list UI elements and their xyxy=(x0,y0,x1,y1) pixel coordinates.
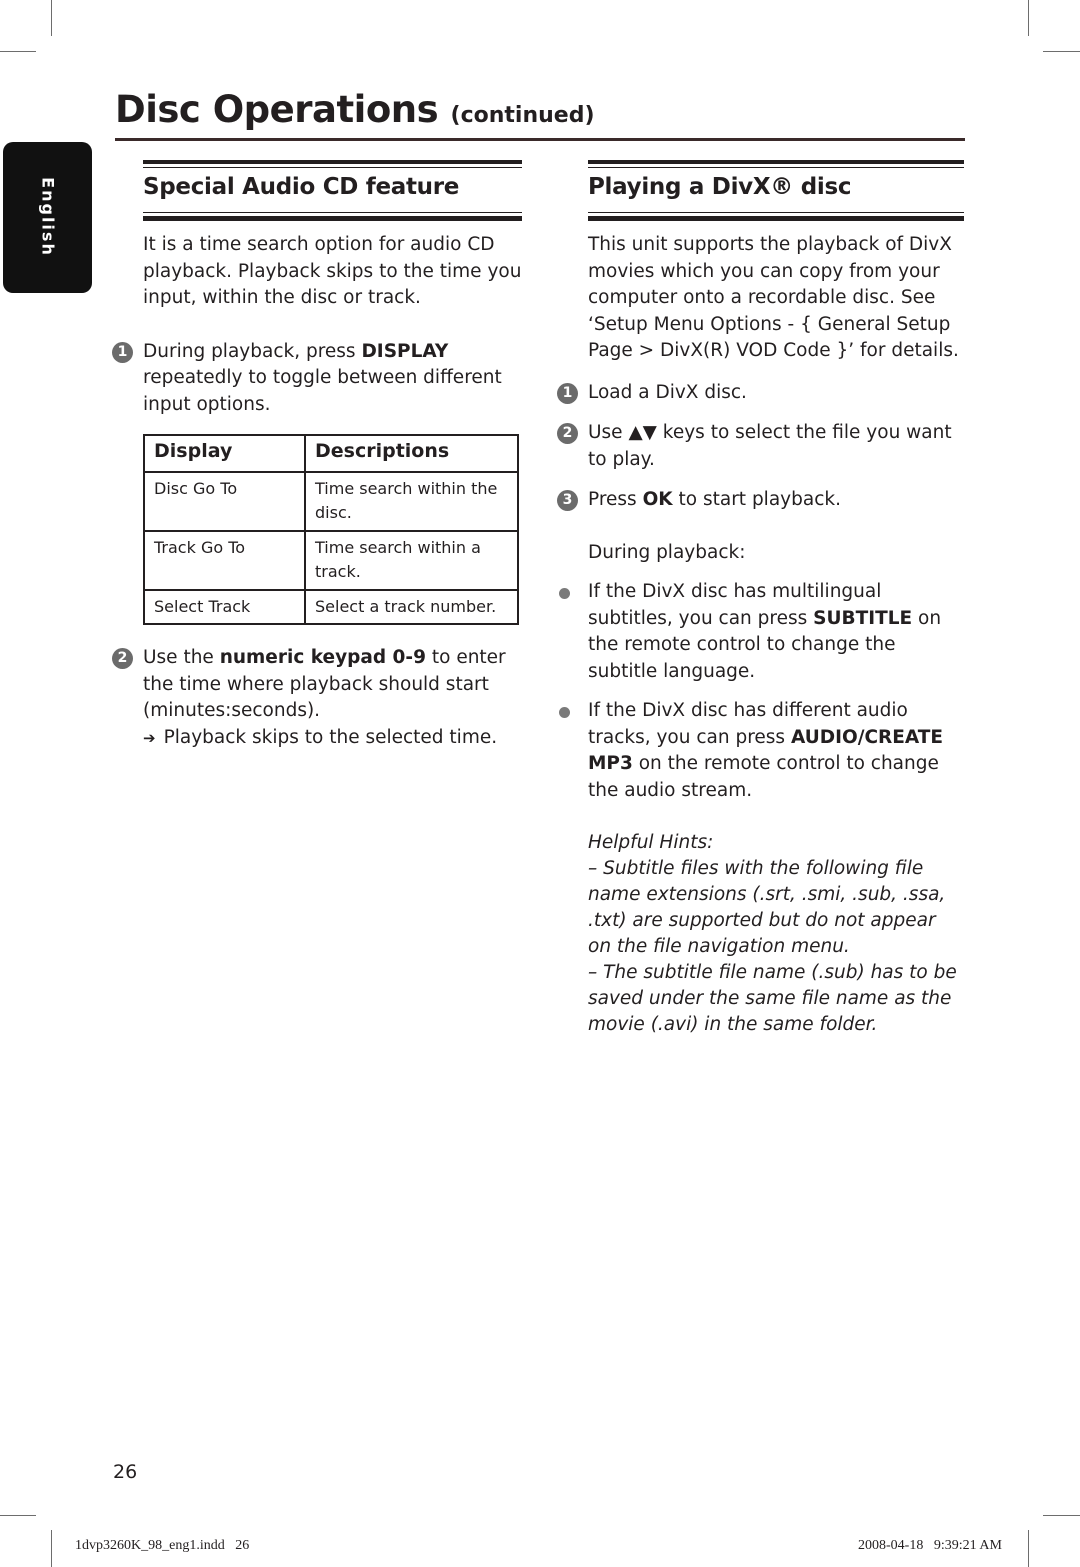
table-row: Track Go To Time search within a track. xyxy=(143,530,519,591)
display-options-table: Display Descriptions Disc Go To Time sea… xyxy=(143,434,519,625)
step-text: repeatedly to toggle between different i… xyxy=(143,367,502,415)
playing-divx-section: Playing a DivX® disc This unit supports … xyxy=(557,160,964,1038)
helpful-hints: Helpful Hints: – Subtitle files with the… xyxy=(588,830,964,1038)
crop-mark xyxy=(0,51,36,52)
table-row: Select Track Select a track number. xyxy=(143,589,519,625)
key-label: SUBTITLE xyxy=(813,607,913,629)
table-cell: Disc Go To xyxy=(143,471,306,532)
table-cell: Time search within the disc. xyxy=(304,471,519,532)
step-number-icon: 3 xyxy=(557,490,578,511)
heading-rule xyxy=(143,212,522,213)
step-number-icon: 2 xyxy=(557,423,578,444)
key-label: OK xyxy=(642,489,673,510)
crop-mark xyxy=(1028,1530,1029,1567)
crop-mark xyxy=(0,1515,36,1516)
page-title-suffix: (continued) xyxy=(450,103,595,128)
section-header: Special Audio CD feature xyxy=(143,160,522,222)
table-row: Disc Go To Time search within the disc. xyxy=(143,471,519,532)
step-3: 3 Press OK to start playback. xyxy=(557,487,964,514)
step-text: Use xyxy=(588,422,629,443)
table-header-row: Display Descriptions xyxy=(143,434,519,473)
language-tab-label: English xyxy=(38,177,58,257)
step-text: to start playback. xyxy=(672,489,841,510)
during-playback-label: During playback: xyxy=(588,541,746,563)
section-intro: This unit supports the playback of DivX … xyxy=(588,234,959,361)
heading-rule xyxy=(588,212,964,213)
key-label: DISPLAY xyxy=(361,340,449,362)
crop-mark xyxy=(1043,1515,1080,1516)
slug-timestamp: 2008-04-18 9:39:21 AM xyxy=(858,1538,1002,1553)
language-tab: English xyxy=(3,142,92,293)
heading-rule xyxy=(143,216,522,221)
table-cell: Select a track number. xyxy=(304,589,519,625)
step-number-icon: 2 xyxy=(112,648,133,669)
heading-rule xyxy=(588,167,964,168)
step-1: 1 Load a DivX disc. xyxy=(557,380,964,407)
table-cell: Select Track xyxy=(143,589,306,625)
page-title: Disc Operations (continued) xyxy=(115,88,595,131)
step-number-icon: 1 xyxy=(112,341,133,363)
step-text: Load a DivX disc. xyxy=(588,381,747,403)
title-rule xyxy=(115,138,965,141)
table-header: Display xyxy=(143,434,306,473)
heading-rule xyxy=(588,216,964,221)
crop-mark xyxy=(51,0,52,36)
page-title-text: Disc Operations xyxy=(115,88,439,131)
page-number: 26 xyxy=(113,1461,138,1483)
step-2: 2 Use ▲▼ keys to select the file you wan… xyxy=(557,420,964,473)
heading-rule xyxy=(143,167,522,168)
hint-item: – Subtitle files with the following file… xyxy=(588,858,946,957)
section-header: Playing a DivX® disc xyxy=(588,160,964,222)
crop-mark xyxy=(1043,51,1080,52)
hint-item: – The subtitle file name (.sub) has to b… xyxy=(588,962,957,1035)
bullet-text: on the remote control to change the audi… xyxy=(588,753,939,801)
heading-rule xyxy=(143,160,522,164)
hints-title: Helpful Hints: xyxy=(588,832,714,853)
step-text: Use the xyxy=(143,647,220,668)
step-text: During playback, press xyxy=(143,340,362,362)
step-1: 1 During playback, press DISPLAY repeate… xyxy=(112,339,522,419)
special-audio-cd-section: Special Audio CD feature It is a time se… xyxy=(112,160,522,751)
bullet-icon xyxy=(559,588,570,599)
table-cell: Time search within a track. xyxy=(304,530,519,591)
section-heading: Special Audio CD feature xyxy=(143,174,460,200)
slug-filename: 1dvp3260K_98_eng1.indd 26 xyxy=(75,1538,250,1553)
crop-mark xyxy=(51,1530,52,1567)
step-2: 2 Use the numeric keypad 0-9 to enter th… xyxy=(112,645,522,751)
crop-mark xyxy=(1028,0,1029,36)
table-header: Descriptions xyxy=(304,434,519,473)
section-heading: Playing a DivX® disc xyxy=(588,174,852,200)
key-label: numeric keypad 0-9 xyxy=(219,647,426,668)
arrow-right-icon: ➔ xyxy=(143,728,156,747)
section-intro: It is a time search option for audio CD … xyxy=(143,234,522,308)
bullet-icon xyxy=(559,707,570,718)
result-text: Playback skips to the selected time. xyxy=(163,726,498,748)
bullet-item: If the DivX disc has different audio tra… xyxy=(559,698,964,804)
step-number-icon: 1 xyxy=(557,382,578,404)
bullet-item: If the DivX disc has multilingual subtit… xyxy=(559,579,964,685)
up-down-arrow-keys-icon: ▲▼ xyxy=(628,422,657,443)
step-text: Press xyxy=(588,489,643,510)
table-cell: Track Go To xyxy=(143,530,306,591)
heading-rule xyxy=(588,160,964,164)
step-result: ➔ Playback skips to the selected time. xyxy=(143,725,522,751)
